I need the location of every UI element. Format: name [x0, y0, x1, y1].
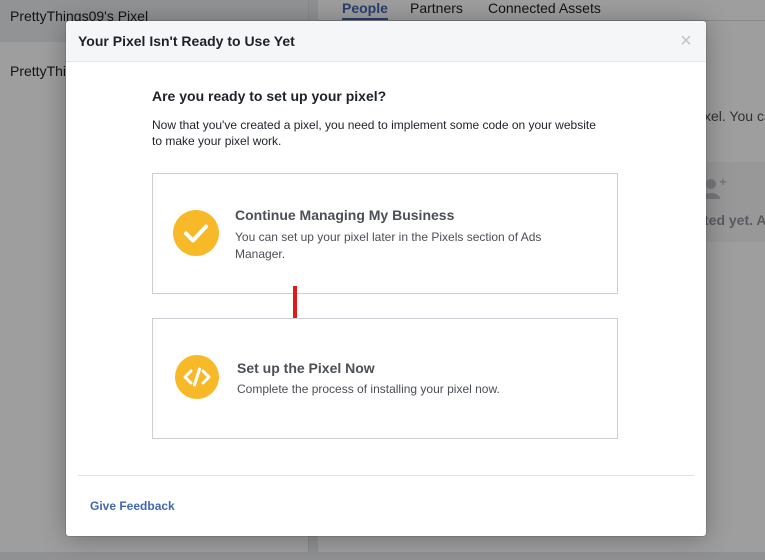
setup-question: Are you ready to set up your pixel?	[152, 88, 387, 104]
give-feedback-link[interactable]: Give Feedback	[90, 499, 175, 513]
option-continue-managing[interactable]: Continue Managing My Business You can se…	[152, 173, 618, 294]
code-icon	[175, 355, 219, 399]
option-setup-pixel-now[interactable]: Set up the Pixel Now Complete the proces…	[152, 318, 618, 439]
option-title: Set up the Pixel Now	[237, 360, 375, 376]
option-description: Complete the process of installing your …	[237, 382, 500, 396]
close-icon[interactable]: ×	[676, 30, 696, 52]
pixel-not-ready-dialog: Your Pixel Isn't Ready to Use Yet × Are …	[66, 21, 706, 536]
dialog-title: Your Pixel Isn't Ready to Use Yet	[78, 33, 295, 49]
footer-divider	[78, 475, 694, 476]
option-title: Continue Managing My Business	[235, 207, 455, 223]
option-description: You can set up your pixel later in the P…	[235, 230, 542, 261]
dialog-header: Your Pixel Isn't Ready to Use Yet ×	[66, 21, 706, 62]
checkmark-icon	[173, 210, 219, 256]
intro-text: Now that you've created a pixel, you nee…	[152, 118, 596, 148]
